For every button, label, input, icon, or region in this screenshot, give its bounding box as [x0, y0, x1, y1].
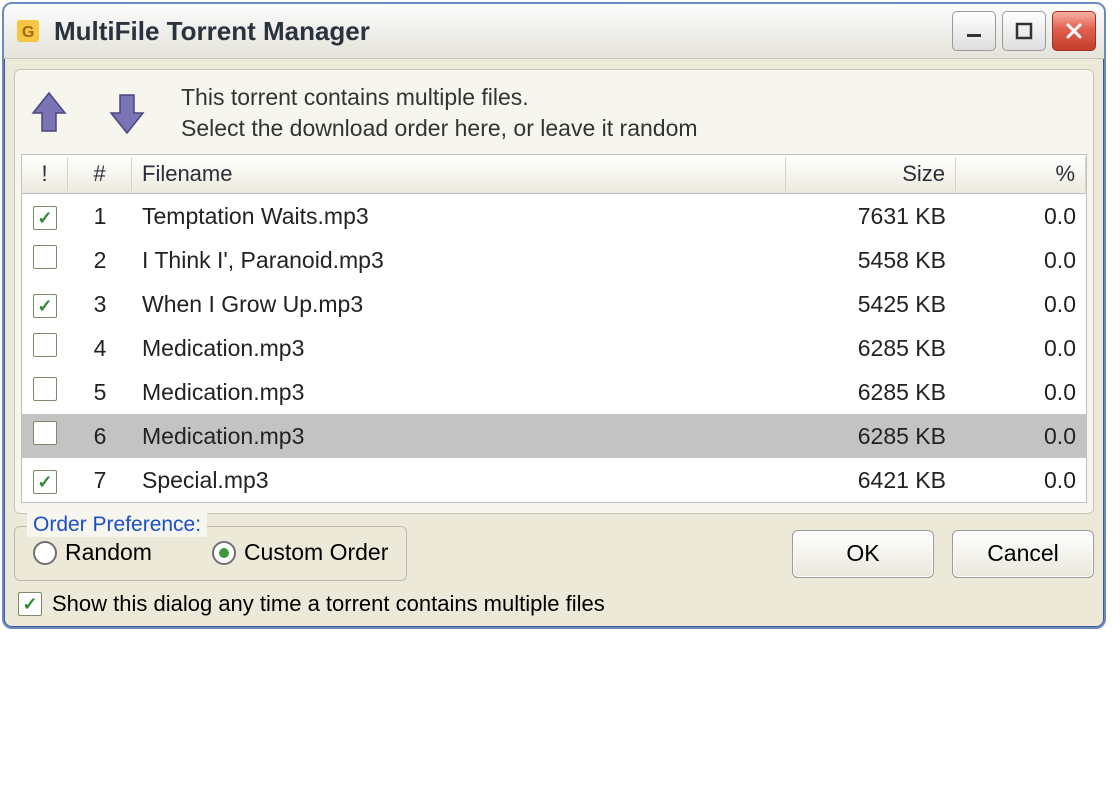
row-checkbox[interactable]: [33, 377, 57, 401]
radio-custom[interactable]: Custom Order: [212, 539, 388, 566]
row-checkbox[interactable]: [33, 421, 57, 445]
row-number: 3: [68, 287, 132, 322]
row-percent: 0.0: [956, 243, 1086, 278]
row-filename: Medication.mp3: [132, 375, 786, 410]
main-panel: This torrent contains multiple files. Se…: [14, 69, 1094, 514]
row-checkbox-cell[interactable]: [22, 463, 68, 498]
minimize-button[interactable]: [952, 11, 996, 51]
radio-custom-indicator: [212, 541, 236, 565]
col-header-filename[interactable]: Filename: [132, 157, 786, 191]
window-controls: [952, 11, 1096, 51]
table-row[interactable]: 6Medication.mp36285 KB0.0: [22, 414, 1086, 458]
row-checkbox-cell[interactable]: [22, 329, 68, 367]
row-percent: 0.0: [956, 331, 1086, 366]
col-header-size[interactable]: Size: [786, 157, 956, 191]
show-again-label: Show this dialog any time a torrent cont…: [52, 591, 605, 617]
row-filename: Medication.mp3: [132, 331, 786, 366]
col-header-check[interactable]: !: [22, 157, 68, 191]
row-filename: Special.mp3: [132, 463, 786, 498]
radio-custom-label: Custom Order: [244, 539, 388, 566]
row-filename: Medication.mp3: [132, 419, 786, 454]
row-size: 6421 KB: [786, 463, 956, 498]
svg-text:G: G: [22, 24, 34, 41]
maximize-button[interactable]: [1002, 11, 1046, 51]
row-filename: I Think I', Paranoid.mp3: [132, 243, 786, 278]
row-size: 6285 KB: [786, 375, 956, 410]
row-number: 7: [68, 463, 132, 498]
table-row[interactable]: 1Temptation Waits.mp37631 KB0.0: [22, 194, 1086, 238]
row-number: 5: [68, 375, 132, 410]
move-up-button[interactable]: [25, 88, 73, 138]
row-checkbox-cell[interactable]: [22, 417, 68, 455]
row-checkbox-cell[interactable]: [22, 287, 68, 322]
table-row[interactable]: 5Medication.mp36285 KB0.0: [22, 370, 1086, 414]
grid-body: 1Temptation Waits.mp37631 KB0.02I Think …: [22, 194, 1086, 502]
radio-random-indicator: [33, 541, 57, 565]
row-size: 6285 KB: [786, 419, 956, 454]
table-row[interactable]: 3When I Grow Up.mp35425 KB0.0: [22, 282, 1086, 326]
row-checkbox[interactable]: [33, 333, 57, 357]
cancel-button[interactable]: Cancel: [952, 530, 1094, 578]
row-percent: 0.0: [956, 463, 1086, 498]
row-checkbox-cell[interactable]: [22, 199, 68, 234]
row-checkbox-cell[interactable]: [22, 241, 68, 279]
col-header-num[interactable]: #: [68, 157, 132, 191]
row-percent: 0.0: [956, 419, 1086, 454]
row-percent: 0.0: [956, 287, 1086, 322]
row-checkbox[interactable]: [33, 294, 57, 318]
radio-random-label: Random: [65, 539, 152, 566]
app-icon: G: [14, 17, 42, 45]
file-grid: ! # Filename Size % 1Temptation Waits.mp…: [21, 154, 1087, 503]
row-size: 5458 KB: [786, 243, 956, 278]
row-percent: 0.0: [956, 375, 1086, 410]
table-row[interactable]: 7Special.mp36421 KB0.0: [22, 458, 1086, 502]
titlebar[interactable]: G MultiFile Torrent Manager: [4, 4, 1104, 59]
row-size: 6285 KB: [786, 331, 956, 366]
row-checkbox[interactable]: [33, 245, 57, 269]
row-filename: Temptation Waits.mp3: [132, 199, 786, 234]
move-down-button[interactable]: [103, 88, 151, 138]
order-preference-legend: Order Preference:: [27, 513, 207, 537]
row-size: 5425 KB: [786, 287, 956, 322]
table-row[interactable]: 4Medication.mp36285 KB0.0: [22, 326, 1086, 370]
row-percent: 0.0: [956, 199, 1086, 234]
row-checkbox[interactable]: [33, 206, 57, 230]
window-title: MultiFile Torrent Manager: [54, 16, 952, 47]
footer: Order Preference: Random Custom Order OK…: [14, 526, 1094, 581]
col-header-percent[interactable]: %: [956, 157, 1086, 191]
grid-header: ! # Filename Size %: [22, 155, 1086, 194]
row-checkbox[interactable]: [33, 470, 57, 494]
row-filename: When I Grow Up.mp3: [132, 287, 786, 322]
window: G MultiFile Torrent Manager: [2, 2, 1106, 629]
ok-button[interactable]: OK: [792, 530, 934, 578]
instructions-line2: Select the download order here, or leave…: [181, 113, 1079, 144]
order-preference-group: Order Preference: Random Custom Order: [14, 526, 407, 581]
toolbar: This torrent contains multiple files. Se…: [21, 76, 1087, 154]
row-checkbox-cell[interactable]: [22, 373, 68, 411]
row-number: 6: [68, 419, 132, 454]
row-number: 2: [68, 243, 132, 278]
row-number: 4: [68, 331, 132, 366]
radio-random[interactable]: Random: [33, 539, 152, 566]
show-again-checkbox[interactable]: [18, 592, 42, 616]
show-again-row: Show this dialog any time a torrent cont…: [18, 591, 1090, 617]
close-button[interactable]: [1052, 11, 1096, 51]
instructions: This torrent contains multiple files. Se…: [181, 82, 1079, 144]
row-size: 7631 KB: [786, 199, 956, 234]
table-row[interactable]: 2I Think I', Paranoid.mp35458 KB0.0: [22, 238, 1086, 282]
instructions-line1: This torrent contains multiple files.: [181, 82, 1079, 113]
row-number: 1: [68, 199, 132, 234]
